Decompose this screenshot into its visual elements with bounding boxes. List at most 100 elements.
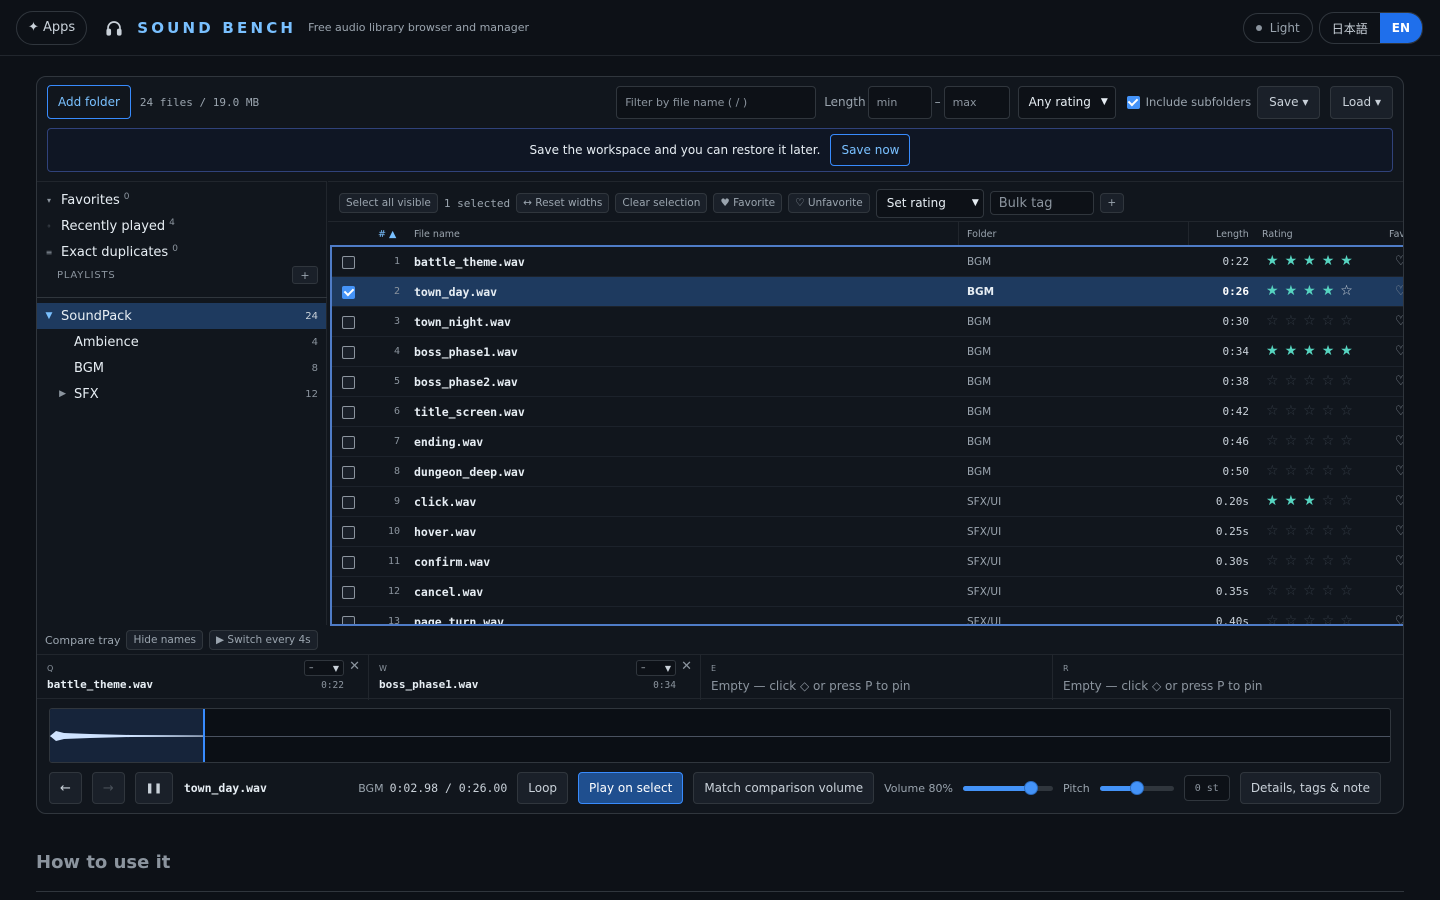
length-min-input[interactable]: min <box>867 85 932 119</box>
row-rating[interactable]: ☆☆☆☆☆ <box>1266 373 1359 389</box>
row-checkbox[interactable] <box>342 556 355 569</box>
rating-filter-select[interactable]: Any rating ▼ <box>1017 85 1116 119</box>
star-empty-icon[interactable]: ☆ <box>1266 433 1285 449</box>
table-row[interactable]: 1battle_theme.wavBGM0:22★★★★★♡ <box>332 247 1403 277</box>
row-rating[interactable]: ☆☆☆☆☆ <box>1266 583 1359 599</box>
loop-button[interactable]: Loop <box>517 772 569 804</box>
star-empty-icon[interactable]: ☆ <box>1266 553 1285 569</box>
star-empty-icon[interactable]: ☆ <box>1266 403 1285 419</box>
star-empty-icon[interactable]: ☆ <box>1303 553 1322 569</box>
table-row[interactable]: 6title_screen.wavBGM0:42☆☆☆☆☆♡ <box>332 397 1403 427</box>
hide-names-button[interactable]: Hide names <box>126 630 204 650</box>
star-empty-icon[interactable]: ☆ <box>1322 463 1341 479</box>
row-rating[interactable]: ★★★★★ <box>1266 343 1359 359</box>
star-filled-icon[interactable]: ★ <box>1285 253 1304 269</box>
star-empty-icon[interactable]: ☆ <box>1340 463 1359 479</box>
compare-slot-w[interactable]: W boss_phase1.wav – ▼ ✕ 0:34 <box>369 655 701 700</box>
star-filled-icon[interactable]: ★ <box>1322 283 1341 299</box>
theme-toggle-button[interactable]: Light <box>1242 13 1313 43</box>
slider-knob[interactable] <box>1023 781 1038 795</box>
heart-icon[interactable]: ♡ <box>1395 584 1403 599</box>
star-empty-icon[interactable]: ☆ <box>1285 463 1304 479</box>
row-rating[interactable]: ☆☆☆☆☆ <box>1266 433 1359 449</box>
star-empty-icon[interactable]: ☆ <box>1340 373 1359 389</box>
row-checkbox[interactable] <box>342 436 355 449</box>
slot-select[interactable]: – ▼ <box>304 660 344 676</box>
star-empty-icon[interactable]: ☆ <box>1340 403 1359 419</box>
star-empty-icon[interactable]: ☆ <box>1340 313 1359 329</box>
row-checkbox[interactable] <box>342 346 355 359</box>
slider-knob[interactable] <box>1129 781 1144 795</box>
star-filled-icon[interactable]: ★ <box>1340 253 1359 269</box>
heart-icon[interactable]: ♡ <box>1395 284 1403 299</box>
column-fav[interactable]: Fav <box>1389 229 1403 240</box>
star-empty-icon[interactable]: ☆ <box>1266 373 1285 389</box>
heart-icon[interactable]: ♡ <box>1395 404 1403 419</box>
set-rating-select[interactable]: Set rating ▼ <box>875 188 984 218</box>
column-number-sort[interactable]: # ▲ <box>378 229 396 240</box>
add-playlist-button[interactable]: + <box>292 266 318 284</box>
star-empty-icon[interactable]: ☆ <box>1266 523 1285 539</box>
sidebar-item-exact-duplicates[interactable]: ≡ Exact duplicates 0 <box>37 239 327 265</box>
details-tags-note-button[interactable]: Details, tags & note <box>1239 772 1381 804</box>
row-checkbox[interactable] <box>342 406 355 419</box>
table-row[interactable]: 7ending.wavBGM0:46☆☆☆☆☆♡ <box>332 427 1403 457</box>
expand-icon[interactable]: ▶ <box>37 389 74 399</box>
row-checkbox[interactable] <box>342 496 355 509</box>
star-filled-icon[interactable]: ★ <box>1322 343 1341 359</box>
length-max-input[interactable]: max <box>943 85 1010 119</box>
heart-icon[interactable]: ♡ <box>1395 464 1403 479</box>
row-rating[interactable]: ☆☆☆☆☆ <box>1266 553 1359 569</box>
star-filled-icon[interactable]: ★ <box>1285 283 1304 299</box>
star-empty-icon[interactable]: ☆ <box>1340 493 1359 509</box>
select-all-visible-button[interactable]: Select all visible <box>339 193 438 213</box>
star-filled-icon[interactable]: ★ <box>1285 343 1304 359</box>
star-empty-icon[interactable]: ☆ <box>1303 433 1322 449</box>
row-checkbox[interactable] <box>342 256 355 269</box>
star-empty-icon[interactable]: ☆ <box>1285 313 1304 329</box>
star-filled-icon[interactable]: ★ <box>1340 343 1359 359</box>
switch-every-button[interactable]: ▶ Switch every 4s <box>209 630 318 650</box>
filter-input[interactable]: Filter by file name ( / ) <box>616 85 817 119</box>
clear-selection-button[interactable]: Clear selection <box>615 193 708 213</box>
table-row[interactable]: 9click.wavSFX/UI0.20s★★★☆☆♡ <box>332 487 1403 517</box>
star-filled-icon[interactable]: ★ <box>1322 253 1341 269</box>
row-rating[interactable]: ☆☆☆☆☆ <box>1266 313 1359 329</box>
add-bulk-tag-button[interactable]: + <box>1099 193 1124 213</box>
row-checkbox[interactable] <box>342 316 355 329</box>
row-checkbox[interactable] <box>342 466 355 479</box>
star-empty-icon[interactable]: ☆ <box>1322 523 1341 539</box>
next-button[interactable]: → <box>91 772 125 804</box>
star-filled-icon[interactable]: ★ <box>1303 493 1322 509</box>
match-volume-button[interactable]: Match comparison volume <box>693 772 875 804</box>
column-file-name[interactable]: File name <box>414 229 460 240</box>
table-row[interactable]: 3town_night.wavBGM0:30☆☆☆☆☆♡ <box>332 307 1403 337</box>
bulk-tag-input[interactable]: Bulk tag <box>989 191 1094 215</box>
star-empty-icon[interactable]: ☆ <box>1322 553 1341 569</box>
star-filled-icon[interactable]: ★ <box>1266 283 1285 299</box>
star-filled-icon[interactable]: ★ <box>1303 283 1322 299</box>
star-empty-icon[interactable]: ☆ <box>1322 313 1341 329</box>
row-rating[interactable]: ☆☆☆☆☆ <box>1266 523 1359 539</box>
heart-icon[interactable]: ♡ <box>1395 554 1403 569</box>
heart-icon[interactable]: ♡ <box>1395 494 1403 509</box>
heart-icon[interactable]: ♡ <box>1395 434 1403 449</box>
heart-icon[interactable]: ♡ <box>1395 374 1403 389</box>
row-checkbox[interactable] <box>342 286 355 299</box>
playhead[interactable] <box>203 709 205 762</box>
tree-item-ambience[interactable]: Ambience 4 <box>37 329 326 355</box>
star-empty-icon[interactable]: ☆ <box>1340 553 1359 569</box>
table-row[interactable]: 13page_turn.wavSFX/UI0.40s☆☆☆☆☆♡ <box>332 607 1403 624</box>
star-filled-icon[interactable]: ★ <box>1303 253 1322 269</box>
pitch-value[interactable]: 0 st <box>1183 775 1230 801</box>
star-empty-icon[interactable]: ☆ <box>1285 523 1304 539</box>
column-divider[interactable] <box>1188 222 1189 246</box>
star-empty-icon[interactable]: ☆ <box>1285 433 1304 449</box>
add-folder-button[interactable]: Add folder <box>47 85 131 119</box>
table-row[interactable]: 12cancel.wavSFX/UI0.35s☆☆☆☆☆♡ <box>332 577 1403 607</box>
reset-widths-button[interactable]: ↔ Reset widths <box>516 193 610 213</box>
table-row[interactable]: 5boss_phase2.wavBGM0:38☆☆☆☆☆♡ <box>332 367 1403 397</box>
previous-button[interactable]: ← <box>49 772 82 804</box>
waveform[interactable] <box>49 708 1391 763</box>
heart-icon[interactable]: ♡ <box>1395 524 1403 539</box>
